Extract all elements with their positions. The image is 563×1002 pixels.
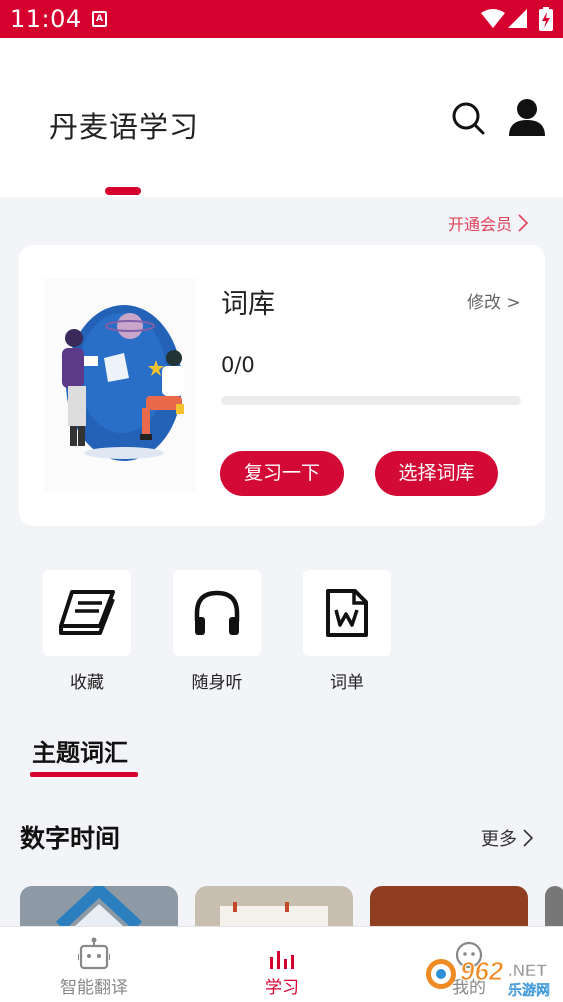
chevron-right-icon xyxy=(523,829,533,847)
more-link[interactable]: 更多 xyxy=(481,825,533,851)
progress-bar xyxy=(221,396,521,405)
nav-label: 学习 xyxy=(265,978,299,998)
nav-item-learn[interactable]: 学习 xyxy=(222,927,342,998)
app-header: 丹麦语学习 xyxy=(0,38,563,197)
user-profile-icon[interactable] xyxy=(508,98,546,138)
choose-library-button[interactable]: 选择词库 xyxy=(375,451,498,496)
shortcut-wordlist-box[interactable] xyxy=(303,570,391,656)
students-illustration xyxy=(44,278,196,493)
library-title: 词库 xyxy=(221,289,275,320)
page-title: 丹麦语学习 xyxy=(49,110,200,144)
topic-tab-underline xyxy=(30,772,138,777)
shortcut-label: 随身听 xyxy=(191,673,243,693)
watermark-main-text: 962 xyxy=(460,956,504,986)
review-button[interactable]: 复习一下 xyxy=(220,451,344,496)
status-time: 11:04 xyxy=(10,5,82,33)
headphones-icon xyxy=(194,590,240,635)
shortcut-label: 收藏 xyxy=(70,673,104,693)
section-title: 数字时间 xyxy=(20,824,121,853)
active-tab-indicator xyxy=(105,187,141,195)
status-bar: 11:04 A xyxy=(0,0,563,38)
signal-icon xyxy=(508,9,527,28)
edit-library-link[interactable]: 修改 > xyxy=(467,288,521,313)
nav-label: 智能翻译 xyxy=(60,978,128,998)
watermark-sub-text: 乐游网 xyxy=(508,983,550,998)
vip-link-label: 开通会员 xyxy=(448,215,513,234)
vip-membership-link[interactable]: 开通会员 xyxy=(448,211,529,235)
watermark-suffix-text: .NET xyxy=(508,961,547,980)
word-document-icon xyxy=(326,589,368,637)
bar-chart-icon xyxy=(270,951,294,969)
shortcut-listen-box[interactable] xyxy=(173,570,261,656)
vocabulary-library-card: 词库 修改 > 0/0 复习一下 选择词库 xyxy=(19,245,545,526)
progress-count: 0/0 xyxy=(221,353,255,377)
more-link-label: 更多 xyxy=(481,829,517,850)
shortcut-favorites[interactable]: 收藏 xyxy=(43,570,131,693)
battery-charging-icon xyxy=(539,7,553,31)
nav-item-translate[interactable]: 智能翻译 xyxy=(34,927,154,998)
book-icon xyxy=(59,590,115,635)
shortcut-listen[interactable]: 随身听 xyxy=(173,570,261,693)
chevron-right-icon xyxy=(518,214,529,232)
shortcut-favorites-box[interactable] xyxy=(43,570,131,656)
robot-icon xyxy=(78,937,110,970)
wifi-icon xyxy=(481,9,505,28)
tab-topic-vocabulary[interactable]: 主题词汇 xyxy=(32,733,128,768)
app-notification-icon: A xyxy=(92,11,107,27)
shortcut-label: 词单 xyxy=(330,673,364,693)
site-watermark-logo: 962 .NET 乐游网 xyxy=(426,956,550,998)
shortcut-wordlist[interactable]: 词单 xyxy=(303,570,391,693)
search-icon[interactable] xyxy=(450,100,486,136)
